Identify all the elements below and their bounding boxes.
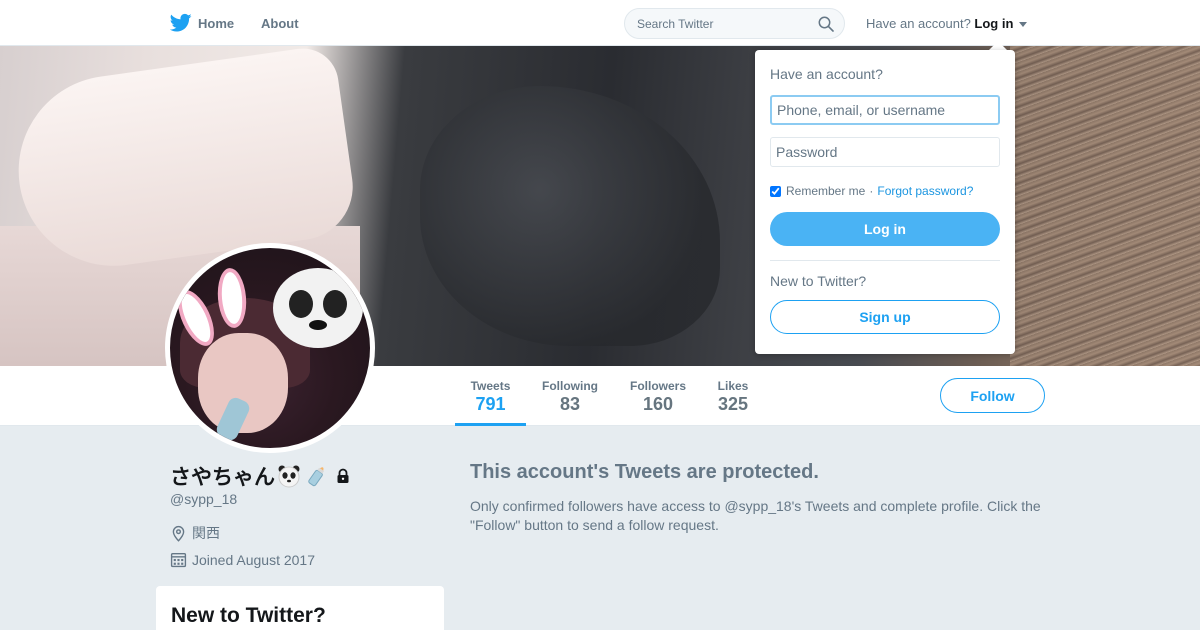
stat-followers[interactable]: Followers 160: [620, 366, 696, 426]
profile-name[interactable]: さやちゃん: [170, 461, 351, 491]
username-field[interactable]: [770, 95, 1000, 125]
separator-dot: ·: [869, 184, 874, 198]
new-card-title: New to Twitter?: [171, 604, 326, 627]
avatar[interactable]: [165, 243, 375, 453]
stat-value: 83: [559, 394, 581, 414]
nav-home-label: Home: [198, 15, 235, 31]
avatar-shape: [323, 290, 347, 318]
login-button[interactable]: Log in: [770, 212, 1000, 246]
avatar-shape: [309, 320, 327, 330]
caret-down-icon[interactable]: [1019, 22, 1028, 28]
joined-text: Joined August 2017: [192, 551, 315, 568]
search-box[interactable]: [624, 8, 845, 39]
stat-label: Following: [542, 379, 598, 393]
stat-label: Likes: [717, 379, 749, 393]
panda-sticker: [273, 268, 363, 348]
divider: [770, 260, 1000, 261]
stat-likes[interactable]: Likes 325: [710, 366, 756, 426]
remember-row: Remember me · Forgot password?: [770, 184, 973, 198]
protected-message: Only confirmed followers have access to …: [470, 498, 1041, 533]
stat-value: 160: [642, 394, 674, 414]
new-to-twitter-card: New to Twitter?: [156, 586, 444, 630]
display-name: さやちゃん: [170, 466, 275, 489]
search-icon[interactable]: [818, 16, 834, 32]
remember-me-checkbox[interactable]: [770, 185, 781, 197]
login-menu[interactable]: Have an account? Log in: [866, 16, 1028, 31]
password-field[interactable]: [770, 137, 1000, 167]
stat-label: Tweets: [470, 379, 511, 393]
dropdown-arrow: [989, 41, 1007, 50]
stat-value: 325: [717, 394, 749, 414]
nav-about[interactable]: About: [261, 16, 299, 31]
forgot-password-link[interactable]: Forgot password?: [877, 184, 973, 198]
stat-label: Followers: [629, 379, 686, 393]
signup-button[interactable]: Sign up: [770, 300, 1000, 334]
login-link[interactable]: Log in: [974, 16, 1013, 31]
location-text: 関西: [192, 525, 220, 541]
avatar-shape: [289, 290, 313, 318]
protected-title: This account's Tweets are protected.: [470, 461, 819, 483]
calendar-icon: [170, 552, 187, 568]
stat-tweets[interactable]: Tweets 791: [455, 366, 526, 426]
new-to-twitter-text: New to Twitter?: [770, 273, 867, 289]
top-nav: Home About Have an account? Log in: [0, 0, 1200, 46]
baby-bottle-icon: [308, 467, 325, 487]
nav-home[interactable]: Home: [170, 13, 234, 33]
lock-icon: [337, 468, 349, 483]
location-icon: [172, 525, 185, 542]
twitter-bird-icon: [170, 13, 192, 32]
dropdown-heading: Have an account?: [770, 66, 883, 82]
stat-value: 791: [475, 394, 506, 414]
panda-face-icon: [278, 465, 300, 488]
stat-following[interactable]: Following 83: [532, 366, 608, 426]
remember-me-label[interactable]: Remember me: [786, 184, 865, 198]
follow-button[interactable]: Follow: [940, 378, 1045, 413]
profile-location: 関西: [170, 523, 220, 543]
login-dropdown: Have an account? Remember me · Forgot pa…: [755, 50, 1015, 354]
profile-joined: Joined August 2017: [170, 551, 315, 568]
banner-shape: [1010, 46, 1200, 366]
profile-handle[interactable]: @sypp_18: [170, 491, 237, 507]
banner-shape: [420, 86, 720, 346]
have-account-text: Have an account?: [866, 16, 971, 31]
search-input[interactable]: [637, 9, 807, 38]
